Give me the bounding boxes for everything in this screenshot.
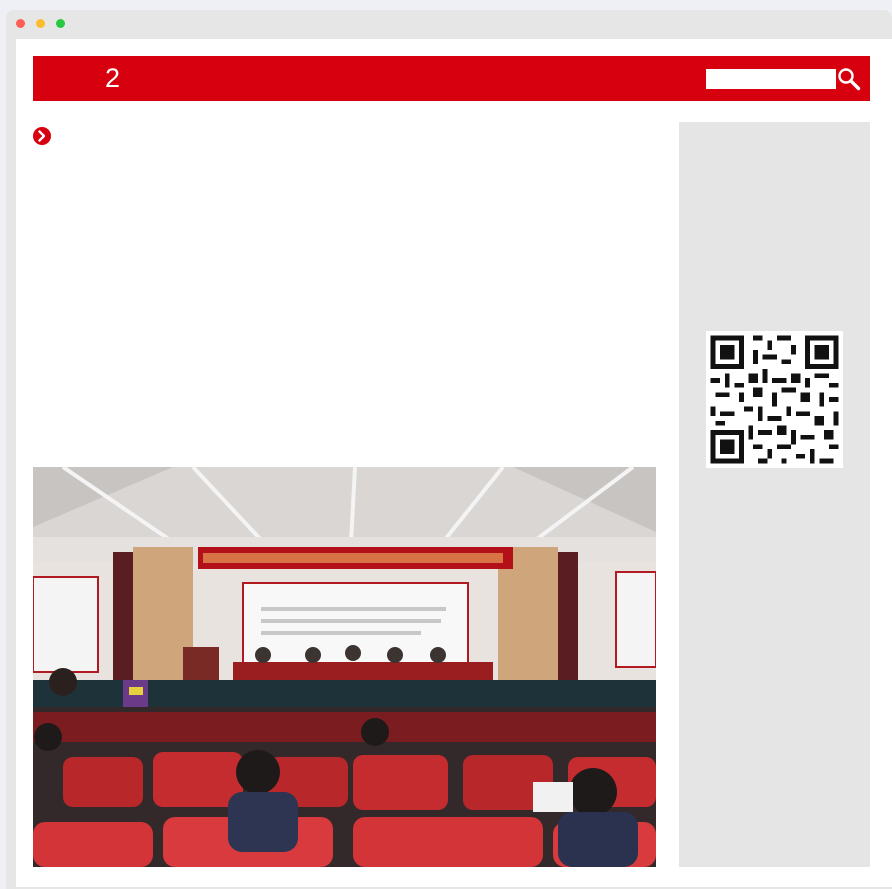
page-viewport: 2 bbox=[16, 39, 892, 887]
sidebar bbox=[679, 122, 870, 867]
window-titlebar bbox=[6, 10, 848, 38]
maximize-window-button[interactable] bbox=[56, 19, 65, 28]
close-window-button[interactable] bbox=[16, 19, 25, 28]
search-icon[interactable] bbox=[836, 66, 862, 92]
chevron-right-circle-icon bbox=[33, 127, 51, 145]
minimize-window-button[interactable] bbox=[36, 19, 45, 28]
site-logo[interactable]: 2 bbox=[105, 63, 120, 93]
site-header: 2 bbox=[33, 56, 870, 101]
browser-window: 2 bbox=[6, 10, 892, 889]
search-input[interactable] bbox=[706, 69, 836, 89]
meeting-hall-image bbox=[33, 467, 656, 867]
qr-code-icon bbox=[706, 331, 843, 468]
meeting-photo[interactable] bbox=[33, 467, 656, 867]
